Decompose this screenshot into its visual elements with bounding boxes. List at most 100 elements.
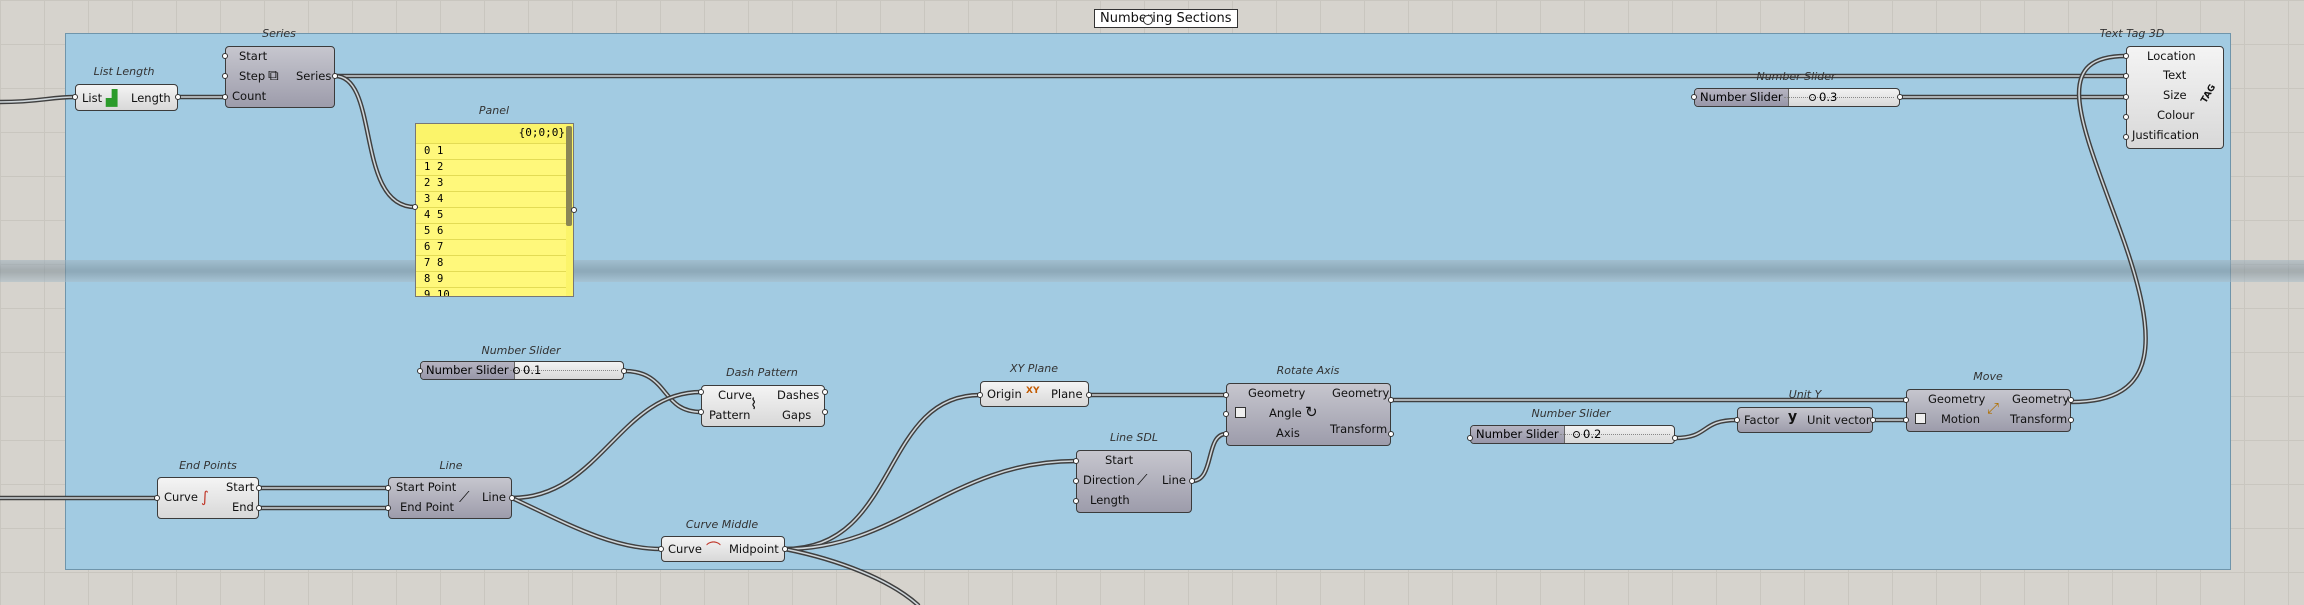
port-grip[interactable]: [1897, 94, 1903, 100]
panel-row: 23: [416, 175, 566, 191]
port-grip[interactable]: [2123, 114, 2129, 120]
port-grip[interactable]: [658, 546, 664, 552]
line-sdl-input-length: Length: [1090, 493, 1130, 507]
wire[interactable]: [782, 458, 1079, 552]
number-slider-dash[interactable]: Number Slider 0.1: [420, 361, 624, 380]
port-grip[interactable]: [222, 73, 228, 79]
port-grip[interactable]: [412, 204, 418, 210]
line-sdl-component[interactable]: Start Direction Length ⟋ Line: [1076, 450, 1192, 513]
port-grip[interactable]: [154, 495, 160, 501]
curve-middle-icon: ⌒: [706, 540, 722, 558]
group-label[interactable]: Numbering Sections: [1094, 9, 1238, 28]
port-grip[interactable]: [2123, 134, 2129, 140]
port-grip[interactable]: [1223, 392, 1229, 398]
port-grip[interactable]: [1223, 431, 1229, 437]
port-grip[interactable]: [256, 485, 262, 491]
wire[interactable]: [332, 73, 418, 210]
port-grip[interactable]: [1388, 431, 1394, 437]
port-grip[interactable]: [2123, 94, 2129, 100]
move-component[interactable]: Geometry Motion ⤢ Geometry Transform: [1906, 389, 2071, 432]
list-length-input-label: List: [82, 91, 103, 105]
panel-row-index: 8: [424, 273, 431, 285]
panel-row-value: 4: [437, 193, 444, 205]
curve-middle-component[interactable]: Curve ⌒ Midpoint: [661, 536, 785, 562]
text-tag-3d-component[interactable]: Location Text Size Colour Justification …: [2126, 46, 2224, 149]
slider-top-knob[interactable]: [1809, 94, 1816, 101]
port-grip[interactable]: [621, 368, 627, 374]
wire[interactable]: [509, 389, 704, 501]
port-grip[interactable]: [1691, 94, 1697, 100]
port-grip[interactable]: [977, 392, 983, 398]
wire[interactable]: [782, 546, 921, 605]
port-grip[interactable]: [822, 409, 828, 415]
panel-row-value: 8: [437, 257, 444, 269]
port-grip[interactable]: [385, 485, 391, 491]
dash-pattern-component[interactable]: Curve Pattern ⌇ Dashes Gaps: [701, 385, 825, 427]
rotate-axis-output-geometry: Geometry: [1332, 386, 1390, 400]
line-component[interactable]: Start Point End Point ⟋ Line: [388, 477, 512, 519]
slider-dash-knob[interactable]: [513, 367, 520, 374]
port-grip[interactable]: [1672, 435, 1678, 441]
port-grip[interactable]: [782, 546, 788, 552]
end-points-component[interactable]: Curve ∫ Start End: [157, 477, 259, 519]
wire-highlight: [334, 75, 416, 208]
slider-bottom-knob[interactable]: [1573, 431, 1580, 438]
number-slider-top[interactable]: Number Slider 0.3: [1694, 88, 1900, 107]
curve-middle-title: Curve Middle: [685, 518, 759, 531]
move-input-geometry: Geometry: [1928, 392, 1986, 406]
port-grip[interactable]: [385, 505, 391, 511]
port-grip[interactable]: [1388, 397, 1394, 403]
list-length-component[interactable]: List ▟ Length: [75, 84, 178, 111]
wire[interactable]: [509, 495, 664, 552]
panel-row: 45: [416, 207, 566, 223]
panel-row-index: 5: [424, 225, 431, 237]
xy-plane-component[interactable]: Origin XY Plane: [980, 381, 1089, 407]
port-grip[interactable]: [1223, 411, 1229, 417]
port-grip[interactable]: [72, 94, 78, 100]
port-grip[interactable]: [571, 207, 577, 213]
port-grip[interactable]: [1734, 417, 1740, 423]
text-tag-input-location: Location: [2147, 49, 2196, 63]
panel-row-index: 4: [424, 209, 431, 221]
port-grip[interactable]: [698, 409, 704, 415]
port-grip[interactable]: [222, 53, 228, 59]
port-grip[interactable]: [2123, 73, 2129, 79]
port-grip[interactable]: [1189, 478, 1195, 484]
line-sdl-title: Line SDL: [1109, 431, 1159, 444]
port-grip[interactable]: [1870, 417, 1876, 423]
port-grip[interactable]: [1073, 478, 1079, 484]
port-grip[interactable]: [2068, 397, 2074, 403]
number-slider-bottom[interactable]: Number Slider 0.2: [1470, 425, 1675, 444]
rotate-axis-component[interactable]: Geometry Angle Axis ↻ Geometry Transform: [1226, 383, 1391, 446]
port-grip[interactable]: [1073, 498, 1079, 504]
port-grip[interactable]: [2123, 53, 2129, 59]
unit-y-component[interactable]: Factor y Unit vector: [1737, 407, 1873, 433]
end-points-output-start: Start: [226, 480, 255, 494]
panel-row-value: 10: [437, 289, 450, 297]
series-component[interactable]: Start Step Count ⧉ Series: [225, 46, 335, 108]
port-grip[interactable]: [1467, 435, 1473, 441]
port-grip[interactable]: [509, 495, 515, 501]
port-grip[interactable]: [417, 368, 423, 374]
port-grip[interactable]: [175, 94, 181, 100]
panel-row-value: 9: [437, 273, 444, 285]
panel-row-index: 7: [424, 257, 431, 269]
dash-pattern-output-dashes: Dashes: [777, 388, 820, 402]
port-grip[interactable]: [698, 389, 704, 395]
series-output-label: Series: [296, 69, 332, 83]
rotate-icon: ↻: [1305, 403, 1318, 421]
port-grip[interactable]: [332, 73, 338, 79]
panel-component[interactable]: {0;0;0} 0 1 1 2 2 3 3 4 4 5 5 6 6 7 7 8 8 9 9 10: [415, 123, 574, 297]
port-grip[interactable]: [822, 389, 828, 395]
panel-row-value: 2: [437, 161, 444, 173]
slider-bottom-title: Number Slider: [1531, 407, 1611, 420]
move-output-transform: Transform: [2010, 412, 2068, 426]
port-grip[interactable]: [256, 505, 262, 511]
slider-top-value: 0.3: [1819, 90, 1838, 104]
port-grip[interactable]: [1073, 458, 1079, 464]
port-grip[interactable]: [1086, 392, 1092, 398]
port-grip[interactable]: [222, 94, 228, 100]
port-grip[interactable]: [2068, 417, 2074, 423]
port-grip[interactable]: [1903, 417, 1909, 423]
port-grip[interactable]: [1903, 397, 1909, 403]
